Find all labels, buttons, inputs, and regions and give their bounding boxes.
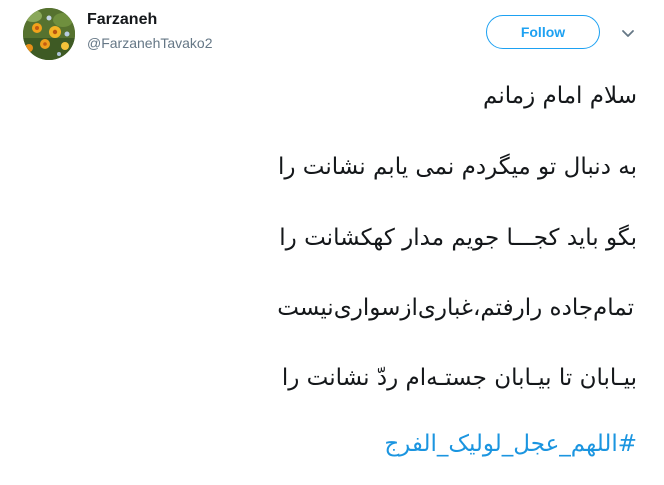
hashtag-link[interactable]: #اللهم_عجل_لولیک_الفرج: [384, 428, 637, 460]
tweet-text-line: به دنبال تو میگردم نمی یابم نشانت را: [277, 154, 637, 180]
tweet-text-line: تمام‌جاده رارفتم،غبارى‌ازسوارى‌نيست: [277, 295, 634, 321]
tweet-text-line: بیـابان تا بیـابان جستـه‌ام ردّ نشانت را: [281, 365, 637, 391]
tweet-card: Farzaneh @FarzanehTavako2 Follow سلام ام…: [0, 0, 664, 485]
user-handle[interactable]: @FarzanehTavako2: [87, 33, 213, 53]
author-info: Farzaneh @FarzanehTavako2: [87, 10, 213, 53]
avatar[interactable]: [23, 8, 75, 60]
flower-avatar-image: [23, 8, 75, 60]
tweet-text-line: بگو باید کجـــا جویم مدار کهکشانت را: [279, 225, 637, 251]
tweet-text-line: سلام امام زمانم: [483, 83, 637, 109]
follow-button[interactable]: Follow: [486, 15, 600, 49]
display-name[interactable]: Farzaneh: [87, 10, 213, 30]
chevron-down-icon[interactable]: [620, 26, 636, 40]
